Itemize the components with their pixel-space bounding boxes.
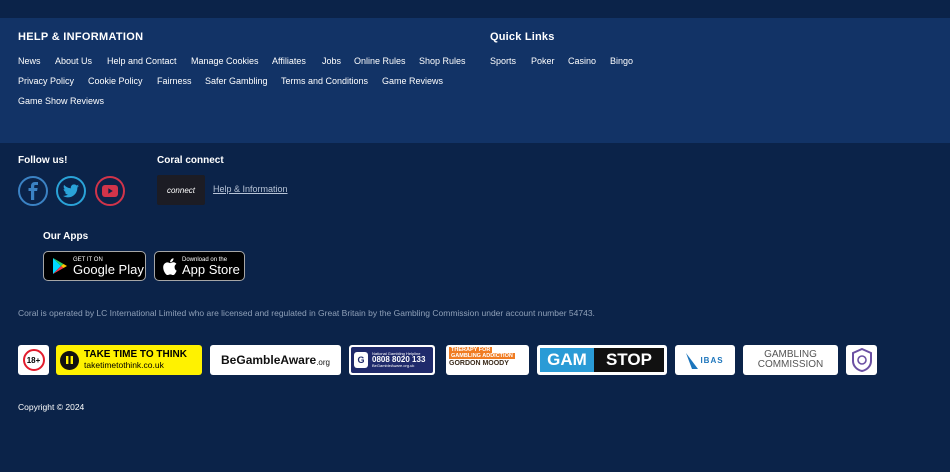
google-play-big: Google Play [73, 261, 144, 277]
link-affiliates[interactable]: Affiliates [272, 56, 322, 66]
top-strip [0, 0, 950, 18]
begambleaware-badge[interactable]: Be GambleAware .org [210, 345, 341, 375]
quick-link-sports[interactable]: Sports [490, 56, 531, 66]
help-links-row-2: Privacy Policy Cookie Policy Fairness Sa… [18, 76, 444, 86]
age-18-text: 18+ [22, 349, 45, 371]
quick-links-title: Quick Links [490, 31, 555, 43]
link-cookie-policy[interactable]: Cookie Policy [88, 76, 157, 86]
bga-main: GambleAware [236, 353, 317, 367]
google-play-icon [53, 258, 67, 274]
ttt-url-text: taketimetothink.co.uk [84, 359, 164, 370]
take-time-to-think-badge[interactable]: TAKE TIME TO THINK taketimetothink.co.uk [56, 345, 202, 375]
gambling-commission-badge[interactable]: GAMBLING COMMISSION [743, 345, 838, 375]
license-disclaimer: Coral is operated by LC International Li… [18, 308, 595, 318]
regulator-seal-icon [851, 348, 872, 372]
follow-us-title: Follow us! [18, 155, 68, 166]
gamstop-gam: GAM [540, 348, 594, 372]
help-links-row-1: News About Us Help and Contact Manage Co… [18, 56, 469, 66]
gc-line-2: COMMISSION [757, 359, 824, 370]
link-game-show-reviews[interactable]: Game Show Reviews [18, 96, 104, 106]
bga-be: Be [221, 353, 237, 367]
link-shop-rules[interactable]: Shop Rules [419, 56, 469, 66]
quick-link-bingo[interactable]: Bingo [610, 56, 640, 66]
link-jobs[interactable]: Jobs [322, 56, 354, 66]
twitter-icon[interactable] [56, 176, 86, 206]
gamstop-badge[interactable]: GAM STOP [537, 345, 667, 375]
link-terms-and-conditions[interactable]: Terms and Conditions [281, 76, 382, 86]
link-privacy-policy[interactable]: Privacy Policy [18, 76, 88, 86]
coral-connect-title: Coral connect [157, 155, 224, 166]
link-online-rules[interactable]: Online Rules [354, 56, 419, 66]
link-fairness[interactable]: Fairness [157, 76, 205, 86]
app-store-text: Download on the App Store [182, 257, 240, 276]
app-store-button[interactable]: Download on the App Store [154, 251, 245, 281]
ibas-wing-icon [686, 353, 699, 369]
pause-icon [60, 350, 79, 370]
coral-connect-logo[interactable]: connect [157, 175, 205, 205]
quick-link-casino[interactable]: Casino [568, 56, 610, 66]
gordon-moody-badge[interactable]: THERAPY FOR GAMBLING ADDICTION GORDON MO… [446, 345, 529, 375]
quick-links-row: Sports Poker Casino Bingo [490, 56, 640, 66]
apple-icon [163, 257, 177, 275]
link-game-reviews[interactable]: Game Reviews [382, 76, 444, 86]
gordon-line-2: GAMBLING ADDICTION [449, 353, 515, 359]
link-about-us[interactable]: About Us [55, 56, 107, 66]
helpline-g-icon: G [354, 352, 368, 368]
gambling-helpline-badge[interactable]: G National Gambling Helpline 0808 8020 1… [349, 345, 435, 375]
link-manage-cookies[interactable]: Manage Cookies [191, 56, 272, 66]
google-play-button[interactable]: GET IT ON Google Play [43, 251, 146, 281]
help-links-row-3: Game Show Reviews [18, 96, 104, 106]
link-news[interactable]: News [18, 56, 55, 66]
connect-logo-text: connect [166, 185, 196, 195]
helpline-url: BeGambleAware.org.uk [372, 363, 415, 369]
coral-connect-help-link[interactable]: Help & Information [213, 184, 288, 194]
facebook-icon[interactable] [18, 176, 48, 206]
quick-link-poker[interactable]: Poker [531, 56, 568, 66]
youtube-icon[interactable] [95, 176, 125, 206]
app-store-big: App Store [182, 261, 240, 277]
copyright: Copyright © 2024 [18, 402, 85, 412]
our-apps-title: Our Apps [43, 231, 89, 242]
age-18-badge[interactable]: 18+ [18, 345, 49, 375]
link-help-and-contact[interactable]: Help and Contact [107, 56, 191, 66]
regulator-seal-badge[interactable] [846, 345, 877, 375]
bga-org: .org [316, 357, 330, 367]
link-safer-gambling[interactable]: Safer Gambling [205, 76, 281, 86]
gordon-line-3: GORDON MOODY [449, 360, 509, 367]
ibas-text: IBAS [700, 355, 724, 365]
google-play-text: GET IT ON Google Play [73, 257, 144, 276]
gamstop-stop: STOP [593, 348, 664, 372]
help-info-title: HELP & INFORMATION [18, 31, 144, 43]
ibas-badge[interactable]: IBAS [675, 345, 735, 375]
